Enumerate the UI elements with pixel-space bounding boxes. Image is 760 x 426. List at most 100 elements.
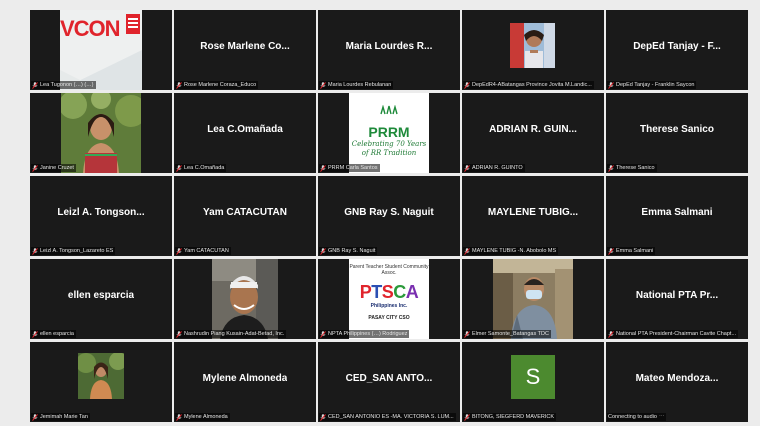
participant-tile[interactable]: Therese Sanico Therese Sanico	[606, 93, 748, 173]
participant-tile[interactable]: CED_SAN ANTO... CED_SAN ANTONIO ES -MA. V…	[318, 342, 460, 422]
name-tag: Leizl A. Tongson_Lazareto ES	[31, 247, 116, 255]
name-tag: MAYLENE TUBIG -N. Abobolo MS	[463, 247, 559, 255]
participant-tile[interactable]: Janine Cruzet	[30, 93, 172, 173]
name-tag: NPTA Philippines (…) Rodriguez	[319, 330, 410, 338]
avatar: S	[511, 355, 555, 399]
mic-muted-icon	[320, 164, 326, 172]
participant-tile[interactable]: Parent Teacher Student Community Assoc. P…	[318, 259, 460, 339]
participant-name: ellen esparcia	[67, 289, 135, 301]
participant-video	[78, 353, 124, 399]
name-tag-label: Jemimah Marie Tan	[40, 414, 88, 420]
participant-name: ADRIAN R. GUIN...	[489, 123, 577, 135]
name-tag: ellen esparcia	[31, 330, 76, 338]
name-tag: GNB Ray S. Naguit	[319, 247, 378, 255]
name-tag-label: Maria Lourdes Rebulanan	[328, 82, 392, 88]
participant-tile[interactable]: DepEd Tanjay - F... DepEd Tanjay - Frankl…	[606, 10, 748, 90]
name-tag: Janine Cruzet	[31, 164, 76, 172]
name-tag-label: Nashrudin Piang Kusain-Adat-Betad, Inc.	[184, 331, 285, 337]
name-tag: Jemimah Marie Tan	[31, 413, 90, 421]
name-tag: Connecting to audio ⋯	[607, 413, 667, 421]
participant-name: Emma Salmani	[641, 206, 713, 218]
participant-name: Mateo Mendoza...	[635, 372, 719, 384]
participant-tile[interactable]: Rose Marlene Co... Rose Marlene Coraza_Ed…	[174, 10, 316, 90]
participant-tile[interactable]: PRRM Celebrating 70 Years of RR Tradition P…	[318, 93, 460, 173]
name-tag-label: National PTA President-Chairman Cavite C…	[616, 331, 737, 337]
name-tag: Rose Marlene Coraza_Educo	[175, 81, 259, 89]
participant-name: MAYLENE TUBIG...	[487, 206, 579, 218]
participant-tile[interactable]: Nashrudin Piang Kusain-Adat-Betad, Inc.	[174, 259, 316, 339]
name-tag-label: Rose Marlene Coraza_Educo	[184, 82, 257, 88]
participant-video: Parent Teacher Student Community Assoc. P…	[349, 259, 429, 339]
participant-video	[493, 259, 573, 339]
prrm-logo: PRRM Celebrating 70 Years of RR Tradition	[349, 93, 429, 158]
name-tag: DepEdR4-ABatangas Province Jovita M.Land…	[463, 81, 594, 89]
participant-tile[interactable]: Maria Lourdes R... Maria Lourdes Rebulana…	[318, 10, 460, 90]
mic-muted-icon	[176, 330, 182, 338]
participant-name: Maria Lourdes R...	[345, 40, 433, 52]
name-tag-label: Lea Tugonon (…) (…)	[40, 82, 94, 88]
mic-muted-icon	[464, 413, 470, 421]
participant-tile[interactable]: ellen esparcia ellen esparcia	[30, 259, 172, 339]
participant-name: Rose Marlene Co...	[200, 40, 290, 52]
participant-tile[interactable]: Mateo Mendoza... Connecting to audio ⋯	[606, 342, 748, 422]
participant-tile[interactable]: Yam CATACUTAN Yam CATACUTAN	[174, 176, 316, 256]
mic-muted-icon	[320, 330, 326, 338]
name-tag-label: MAYLENE TUBIG -N. Abobolo MS	[472, 248, 557, 254]
mic-muted-icon	[32, 81, 38, 89]
participant-grid: VCON Lea Tugonon (…) (…) Rose Marlene Co..…	[30, 10, 753, 426]
participant-name: Mylene Almoneda	[202, 372, 288, 384]
participant-tile[interactable]: VCON Lea Tugonon (…) (…)	[30, 10, 172, 90]
mic-muted-icon	[320, 247, 326, 255]
name-tag: Lea C.Omañada	[175, 164, 227, 172]
vcon-logo: VCON	[60, 16, 121, 41]
participant-tile[interactable]: GNB Ray S. Naguit GNB Ray S. Naguit	[318, 176, 460, 256]
name-tag-label: Leizl A. Tongson_Lazareto ES	[40, 248, 114, 254]
name-tag-label: Yam CATACUTAN	[184, 248, 229, 254]
mic-muted-icon	[32, 413, 38, 421]
participant-name: Lea C.Omañada	[207, 123, 283, 135]
participant-tile[interactable]: Mylene Almoneda Mylene Almoneda	[174, 342, 316, 422]
participant-video	[510, 23, 555, 68]
name-tag-label: BITONG, SIEGFERD MAVERICK	[472, 414, 555, 420]
participant-tile[interactable]: MAYLENE TUBIG... MAYLENE TUBIG -N. Abobol…	[462, 176, 604, 256]
mic-muted-icon	[32, 247, 38, 255]
name-tag-label: Connecting to audio	[608, 414, 657, 420]
mic-muted-icon	[608, 164, 614, 172]
participant-name: National PTA Pr...	[635, 289, 719, 301]
participant-tile[interactable]: DepEdR4-ABatangas Province Jovita M.Land…	[462, 10, 604, 90]
participant-tile[interactable]: Lea C.Omañada Lea C.Omañada	[174, 93, 316, 173]
zoom-gallery-view: VCON Lea Tugonon (…) (…) Rose Marlene Co..…	[0, 0, 760, 426]
participant-tile[interactable]: Leizl A. Tongson... Leizl A. Tongson_Laza…	[30, 176, 172, 256]
screen-share-video: VCON	[60, 10, 142, 90]
name-tag: BITONG, SIEGFERD MAVERICK	[463, 413, 557, 421]
mic-muted-icon	[464, 164, 470, 172]
mic-muted-icon	[608, 330, 614, 338]
participant-tile[interactable]: S BITONG, SIEGFERD MAVERICK	[462, 342, 604, 422]
name-tag: Nashrudin Piang Kusain-Adat-Betad, Inc.	[175, 330, 287, 338]
participant-video	[212, 259, 278, 339]
participant-name: Yam CATACUTAN	[203, 206, 287, 218]
mic-muted-icon	[176, 164, 182, 172]
participant-tile[interactable]: Elmer Samonte_Batangas TDC	[462, 259, 604, 339]
connecting-dots-icon: ⋯	[658, 414, 665, 420]
mic-muted-icon	[320, 413, 326, 421]
participant-tile[interactable]: Jemimah Marie Tan	[30, 342, 172, 422]
participant-tile[interactable]: ADRIAN R. GUIN... ADRIAN R. GUINTO	[462, 93, 604, 173]
name-tag: CED_SAN ANTONIO ES -MA. VICTORIA S. LUM.…	[319, 413, 456, 421]
mic-muted-icon	[464, 330, 470, 338]
name-tag-label: Mylene Almoneda	[184, 414, 228, 420]
name-tag: PRRM Carla Santos	[319, 164, 380, 172]
name-tag-label: DepEd Tanjay - Franklin Saycon	[616, 82, 695, 88]
participant-name: Leizl A. Tongson...	[57, 206, 145, 218]
name-tag-label: NPTA Philippines (…) Rodriguez	[328, 331, 408, 337]
mic-muted-icon	[176, 247, 182, 255]
name-tag-label: Elmer Samonte_Batangas TDC	[472, 331, 549, 337]
participant-tile[interactable]: Emma Salmani Emma Salmani	[606, 176, 748, 256]
participant-name: Therese Sanico	[640, 123, 714, 135]
participant-name: CED_SAN ANTO...	[345, 372, 433, 384]
participant-tile[interactable]: National PTA Pr... National PTA President…	[606, 259, 748, 339]
name-tag: Lea Tugonon (…) (…)	[31, 81, 96, 89]
name-tag: Yam CATACUTAN	[175, 247, 231, 255]
mic-muted-icon	[464, 81, 470, 89]
mic-muted-icon	[32, 164, 38, 172]
